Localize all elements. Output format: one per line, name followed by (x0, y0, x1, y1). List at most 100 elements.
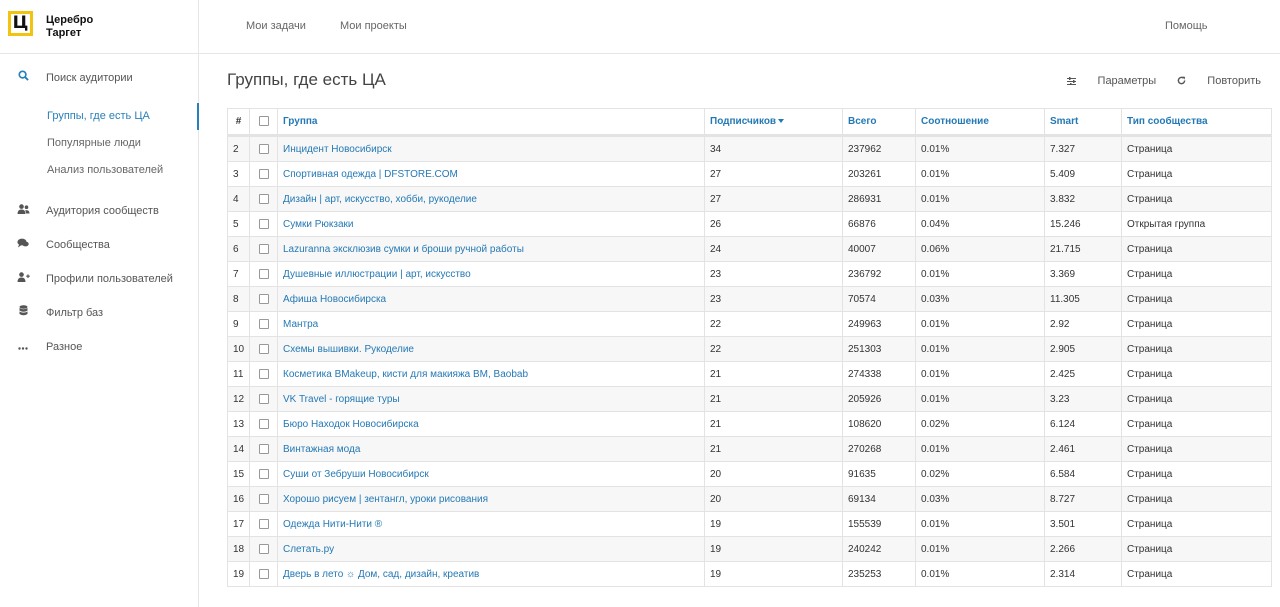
row-num: 10 (227, 336, 250, 362)
nav-my-projects[interactable]: Мои проекты (340, 0, 407, 53)
col-header-subscribers[interactable]: Подписчиков (704, 108, 843, 137)
col-header-total[interactable]: Всего (842, 108, 916, 137)
row-checkbox[interactable] (258, 193, 269, 204)
nav-help[interactable]: Помощь (1165, 0, 1208, 53)
group-link[interactable]: Спортивная одежда | DFSTORE.COM (283, 169, 458, 180)
row-select-cell[interactable] (249, 361, 278, 387)
col-header-type[interactable]: Тип сообщества (1121, 108, 1272, 137)
row-select-cell[interactable] (249, 261, 278, 287)
row-checkbox[interactable] (258, 268, 269, 279)
row-ratio: 0.01% (915, 261, 1045, 287)
row-select-cell[interactable] (249, 135, 278, 162)
row-smart: 2.461 (1044, 436, 1122, 462)
col-header-smart[interactable]: Smart (1044, 108, 1122, 137)
group-link[interactable]: Одежда Нити-Нити ® (283, 519, 382, 530)
row-select-cell[interactable] (249, 286, 278, 312)
group-link[interactable]: Сумки Рюкзаки (283, 219, 354, 230)
row-num: 11 (227, 361, 250, 387)
row-select-cell[interactable] (249, 436, 278, 462)
row-type: Страница (1121, 486, 1272, 512)
table-row: 9 Мантра 22 249963 0.01% 2.92 Страница (227, 311, 1272, 337)
row-type: Страница (1121, 511, 1272, 537)
sidebar-item-base-filter[interactable]: Фильтр баз (0, 296, 198, 330)
group-link[interactable]: Инцидент Новосибирск (283, 144, 392, 155)
row-select-cell[interactable] (249, 236, 278, 262)
group-link[interactable]: Косметика BMakeup, кисти для макияжа BM,… (283, 369, 528, 380)
row-checkbox[interactable] (258, 318, 269, 329)
row-ratio: 0.06% (915, 236, 1045, 262)
sidebar-item-search-audience[interactable]: Поиск аудитории (0, 54, 198, 102)
row-checkbox[interactable] (258, 543, 269, 554)
col-header-select-all[interactable] (249, 108, 278, 137)
sidebar-item-user-profiles[interactable]: Профили пользователей (0, 262, 198, 296)
row-select-cell[interactable] (249, 211, 278, 237)
row-checkbox[interactable] (258, 568, 269, 579)
row-select-cell[interactable] (249, 486, 278, 512)
row-checkbox[interactable] (258, 393, 269, 404)
row-select-cell[interactable] (249, 561, 278, 587)
group-link[interactable]: Мантра (283, 319, 318, 330)
row-select-cell[interactable] (249, 386, 278, 412)
group-link[interactable]: Схемы вышивки. Рукоделие (283, 344, 414, 355)
row-checkbox[interactable] (258, 168, 269, 179)
row-checkbox[interactable] (258, 343, 269, 354)
top-navbar: Мои задачи Мои проекты Помощь (199, 0, 1280, 54)
col-header-ratio[interactable]: Соотношение (915, 108, 1045, 137)
row-checkbox[interactable] (258, 518, 269, 529)
group-link[interactable]: Суши от Зебруши Новосибирск (283, 469, 429, 480)
subnav-item-user-analysis[interactable]: Анализ пользователей (0, 157, 198, 184)
sidebar-item-misc[interactable]: Разное (0, 330, 198, 364)
logo[interactable]: Ц Церебро Таргет (0, 0, 198, 54)
row-select-cell[interactable] (249, 311, 278, 337)
row-select-cell[interactable] (249, 461, 278, 487)
group-link[interactable]: Слетать.ру (283, 544, 334, 555)
row-select-cell[interactable] (249, 161, 278, 187)
row-total: 270268 (842, 436, 916, 462)
row-checkbox[interactable] (258, 493, 269, 504)
group-link[interactable]: Lazuranna эксклюзив сумки и броши ручной… (283, 244, 524, 255)
row-smart: 8.727 (1044, 486, 1122, 512)
group-link[interactable]: Винтажная мода (283, 444, 360, 455)
row-select-cell[interactable] (249, 336, 278, 362)
row-group-cell: Слетать.ру (277, 536, 705, 562)
row-select-cell[interactable] (249, 511, 278, 537)
row-subscribers: 21 (704, 436, 843, 462)
row-checkbox[interactable] (258, 443, 269, 454)
row-smart: 6.584 (1044, 461, 1122, 487)
row-checkbox[interactable] (258, 293, 269, 304)
row-num: 5 (227, 211, 250, 237)
row-checkbox[interactable] (258, 368, 269, 379)
group-link[interactable]: Душевные иллюстрации | арт, искусство (283, 269, 471, 280)
row-num: 16 (227, 486, 250, 512)
col-header-group[interactable]: Группа (277, 108, 705, 137)
params-button[interactable]: Параметры (1067, 75, 1159, 87)
select-all-checkbox[interactable] (258, 116, 269, 127)
row-type: Страница (1121, 135, 1272, 162)
row-type: Страница (1121, 261, 1272, 287)
table-row: 8 Афиша Новосибирска 23 70574 0.03% 11.305 Стр… (227, 286, 1272, 312)
group-link[interactable]: Дверь в лето ☼ Дом, сад, дизайн, креатив (283, 569, 479, 580)
row-checkbox[interactable] (258, 218, 269, 229)
repeat-button[interactable]: Повторить (1177, 75, 1261, 87)
row-checkbox[interactable] (258, 418, 269, 429)
row-select-cell[interactable] (249, 411, 278, 437)
sidebar-item-community-audience[interactable]: Аудитория сообществ (0, 194, 198, 228)
group-link[interactable]: Бюро Находок Новосибирска (283, 419, 419, 430)
group-link[interactable]: Афиша Новосибирска (283, 294, 386, 305)
group-link[interactable]: VK Travel - горящие туры (283, 394, 400, 405)
row-checkbox[interactable] (258, 143, 269, 154)
nav-my-tasks[interactable]: Мои задачи (246, 0, 306, 53)
row-select-cell[interactable] (249, 186, 278, 212)
group-link[interactable]: Дизайн | арт, искусство, хобби, рукодели… (283, 194, 477, 205)
sidebar-item-label: Поиск аудитории (46, 72, 133, 84)
subnav-item-groups-with-ta[interactable]: Группы, где есть ЦА (0, 103, 199, 130)
row-select-cell[interactable] (249, 536, 278, 562)
subnav-item-popular-people[interactable]: Популярные люди (0, 130, 198, 157)
row-checkbox[interactable] (258, 468, 269, 479)
sidebar-item-communities[interactable]: Сообщества (0, 228, 198, 262)
ellipsis-icon (15, 330, 31, 364)
row-subscribers: 26 (704, 211, 843, 237)
row-total: 236792 (842, 261, 916, 287)
group-link[interactable]: Хорошо рисуем | зентангл, уроки рисовани… (283, 494, 488, 505)
row-checkbox[interactable] (258, 243, 269, 254)
